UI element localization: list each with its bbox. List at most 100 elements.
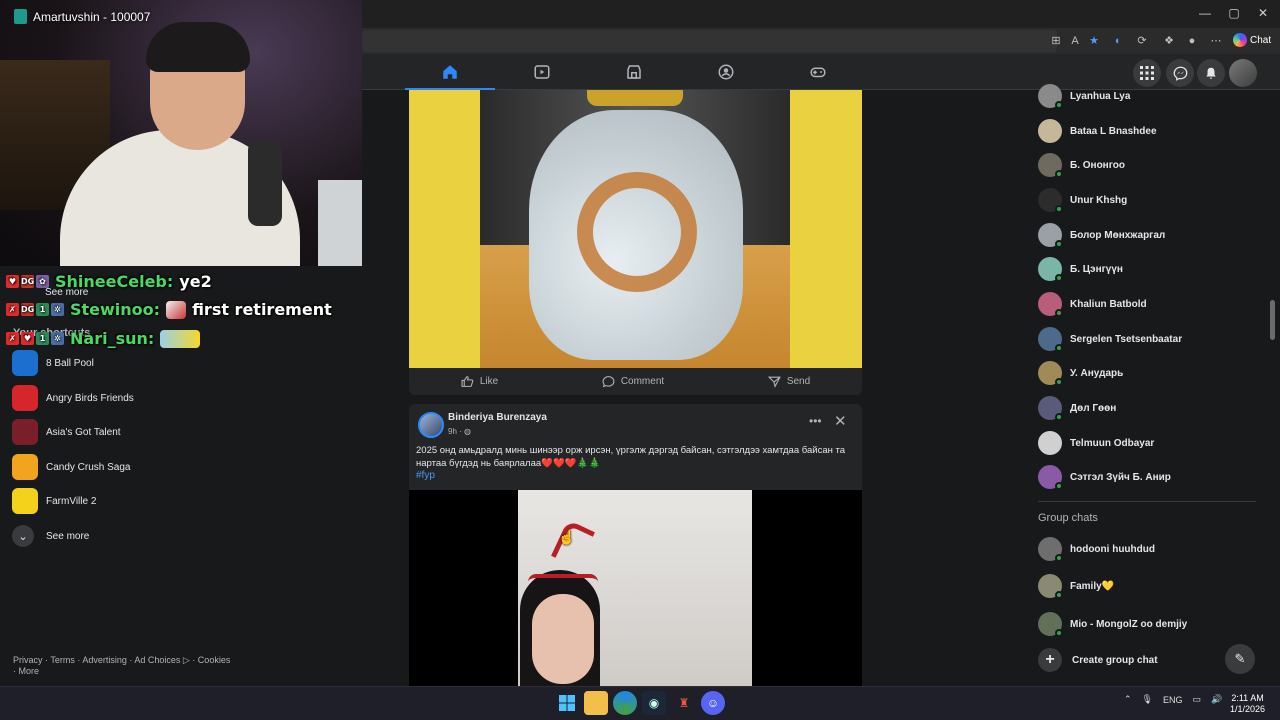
new-message-button[interactable]: ✎ (1225, 644, 1255, 674)
heart-badge-icon: ♥ (6, 275, 19, 288)
contact-item[interactable]: Lyanhua Lya (1038, 83, 1130, 109)
start-button[interactable] (555, 691, 579, 715)
windows-logo-icon (559, 695, 575, 711)
nav-marketplace[interactable] (589, 58, 679, 86)
post-hashtag[interactable]: #fyp (416, 470, 435, 481)
online-status-icon (1055, 170, 1063, 178)
post-author[interactable]: Binderiya Burenzaya (448, 412, 547, 423)
sword-badge-icon: ✗ (6, 332, 19, 345)
angry-birds-icon (12, 385, 38, 411)
contact-item[interactable]: Unur Khshg (1038, 187, 1127, 213)
online-status-icon (1055, 591, 1063, 599)
sync-icon[interactable]: ⟳ (1133, 32, 1151, 50)
shortcut-label: FarmVille 2 (46, 495, 97, 507)
contact-avatar (1038, 188, 1063, 213)
file-explorer-icon[interactable] (584, 691, 608, 715)
pc-case (318, 180, 362, 266)
notifications-button[interactable] (1197, 59, 1225, 87)
copilot-chat-button[interactable]: Chat (1230, 30, 1276, 50)
microphone-icon[interactable]: 🎙 (1142, 694, 1153, 705)
post-image[interactable] (409, 90, 862, 368)
contact-name: Дөл Гөөн (1070, 402, 1117, 414)
contact-item[interactable]: У. Анударь (1038, 360, 1123, 386)
network-icon[interactable]: ▭ (1193, 694, 1202, 705)
streamer-name: Amartuvshin - 100007 (33, 9, 151, 24)
contact-item[interactable]: Б. Цэнгүүн (1038, 256, 1123, 282)
minimize-button[interactable]: — (1190, 4, 1220, 22)
nav-home[interactable] (405, 58, 495, 86)
close-window-button[interactable]: ✕ (1248, 4, 1278, 22)
taskbar-clock[interactable]: 2:11 AM 1/1/2026 (1230, 693, 1265, 715)
group-chat-item[interactable]: Mio - MongolZ oo demjiy (1038, 611, 1187, 637)
post-timestamp[interactable]: 9h · ◍ (448, 427, 471, 436)
collections-icon[interactable]: ❖ (1160, 32, 1178, 50)
footer-links[interactable]: Privacy · Terms · Advertising · Ad Choic… (13, 655, 233, 677)
edge-browser-icon[interactable] (613, 691, 637, 715)
language-indicator[interactable]: ENG (1163, 695, 1183, 705)
groups-icon (718, 64, 734, 80)
hide-post-button[interactable]: ✕ (834, 412, 847, 430)
messenger-button[interactable] (1166, 59, 1194, 87)
chat-badges: ✗ DG 1 ✲ (6, 303, 64, 316)
contact-item[interactable]: Болор Мөнхжаргал (1038, 222, 1165, 248)
thumbs-up-icon (461, 376, 474, 387)
shortcut-farmville[interactable]: FarmVille 2 (12, 486, 96, 516)
contact-item[interactable]: Дөл Гөөн (1038, 395, 1116, 421)
contact-item[interactable]: Сэтгэл Зүйч Б. Анир (1038, 464, 1171, 490)
menu-dots-icon[interactable]: ⋯ (1207, 32, 1225, 50)
steam-icon[interactable]: ◉ (642, 691, 666, 715)
group-chats-heading: Group chats (1038, 512, 1098, 524)
contact-avatar (1038, 257, 1063, 282)
shortcut-candy-crush[interactable]: Candy Crush Saga (12, 452, 131, 482)
send-button[interactable]: Send (767, 375, 810, 388)
maximize-button[interactable]: ▢ (1219, 4, 1249, 22)
shortcut-label: 8 Ball Pool (46, 357, 94, 369)
bottle-cap (587, 90, 683, 106)
author-avatar[interactable] (418, 412, 444, 438)
group-name: Family💛 (1070, 580, 1115, 592)
contact-item[interactable]: Б. Ононгоо (1038, 152, 1125, 178)
game-launcher-icon[interactable]: ♜ (672, 691, 696, 715)
contact-name: Б. Цэнгүүн (1070, 263, 1123, 275)
address-bar[interactable] (362, 30, 1057, 52)
contact-item[interactable]: Telmuun Odbayar (1038, 430, 1154, 456)
extension-icon[interactable]: ◖ (1108, 32, 1126, 50)
contact-item[interactable]: Sergelen Tsetsenbaatar (1038, 326, 1182, 352)
contact-item[interactable]: Khaliun Batbold (1038, 291, 1147, 317)
favorite-star-icon[interactable]: ★ (1085, 32, 1103, 50)
tray-overflow-icon[interactable]: ⌃ (1124, 694, 1132, 705)
shortcut-asias-got-talent[interactable]: Asia's Got Talent (12, 417, 121, 447)
comment-button[interactable]: Comment (602, 375, 664, 388)
post-video[interactable] (409, 490, 862, 686)
see-more-button[interactable]: ⌄ See more (12, 525, 89, 547)
group-chat-item[interactable]: hodooni huuhdud (1038, 536, 1155, 562)
nav-gaming[interactable] (773, 58, 863, 86)
chat-emote (160, 329, 201, 348)
shortcut-angry-birds[interactable]: Angry Birds Friends (12, 383, 134, 413)
account-avatar[interactable] (1229, 59, 1257, 87)
contact-name: Болор Мөнхжаргал (1070, 229, 1166, 241)
windows-taskbar (0, 686, 1280, 720)
dg-badge-icon: DG (21, 303, 35, 316)
read-aloud-icon[interactable]: A (1066, 32, 1084, 50)
nav-groups[interactable] (681, 58, 771, 86)
shortcut-8-ball-pool[interactable]: 8 Ball Pool (12, 348, 94, 378)
like-button[interactable]: Like (461, 375, 498, 388)
chat-message: ✗ ♥ 1 ✲ Nari_sun: (6, 329, 201, 348)
create-group-chat-button[interactable]: + Create group chat (1038, 648, 1158, 672)
post-options-button[interactable]: ••• (809, 414, 822, 428)
chat-text: first retirement (192, 300, 332, 319)
scrollbar[interactable] (1270, 300, 1275, 340)
contact-item[interactable]: Bataa L Bnashdee (1038, 118, 1157, 144)
chat-label: Chat (1250, 34, 1272, 46)
group-chat-item[interactable]: Family💛 (1038, 573, 1114, 599)
profile-icon[interactable]: ● (1183, 32, 1201, 50)
volume-icon[interactable]: 🔊 (1211, 694, 1222, 705)
chat-emote (166, 300, 187, 319)
nav-video[interactable] (497, 58, 587, 86)
send-icon (767, 376, 781, 388)
discord-icon[interactable]: ☺ (701, 691, 725, 715)
app-available-icon[interactable]: ⊞ (1047, 32, 1065, 50)
gaming-icon (810, 67, 826, 78)
menu-button[interactable] (1133, 59, 1161, 87)
